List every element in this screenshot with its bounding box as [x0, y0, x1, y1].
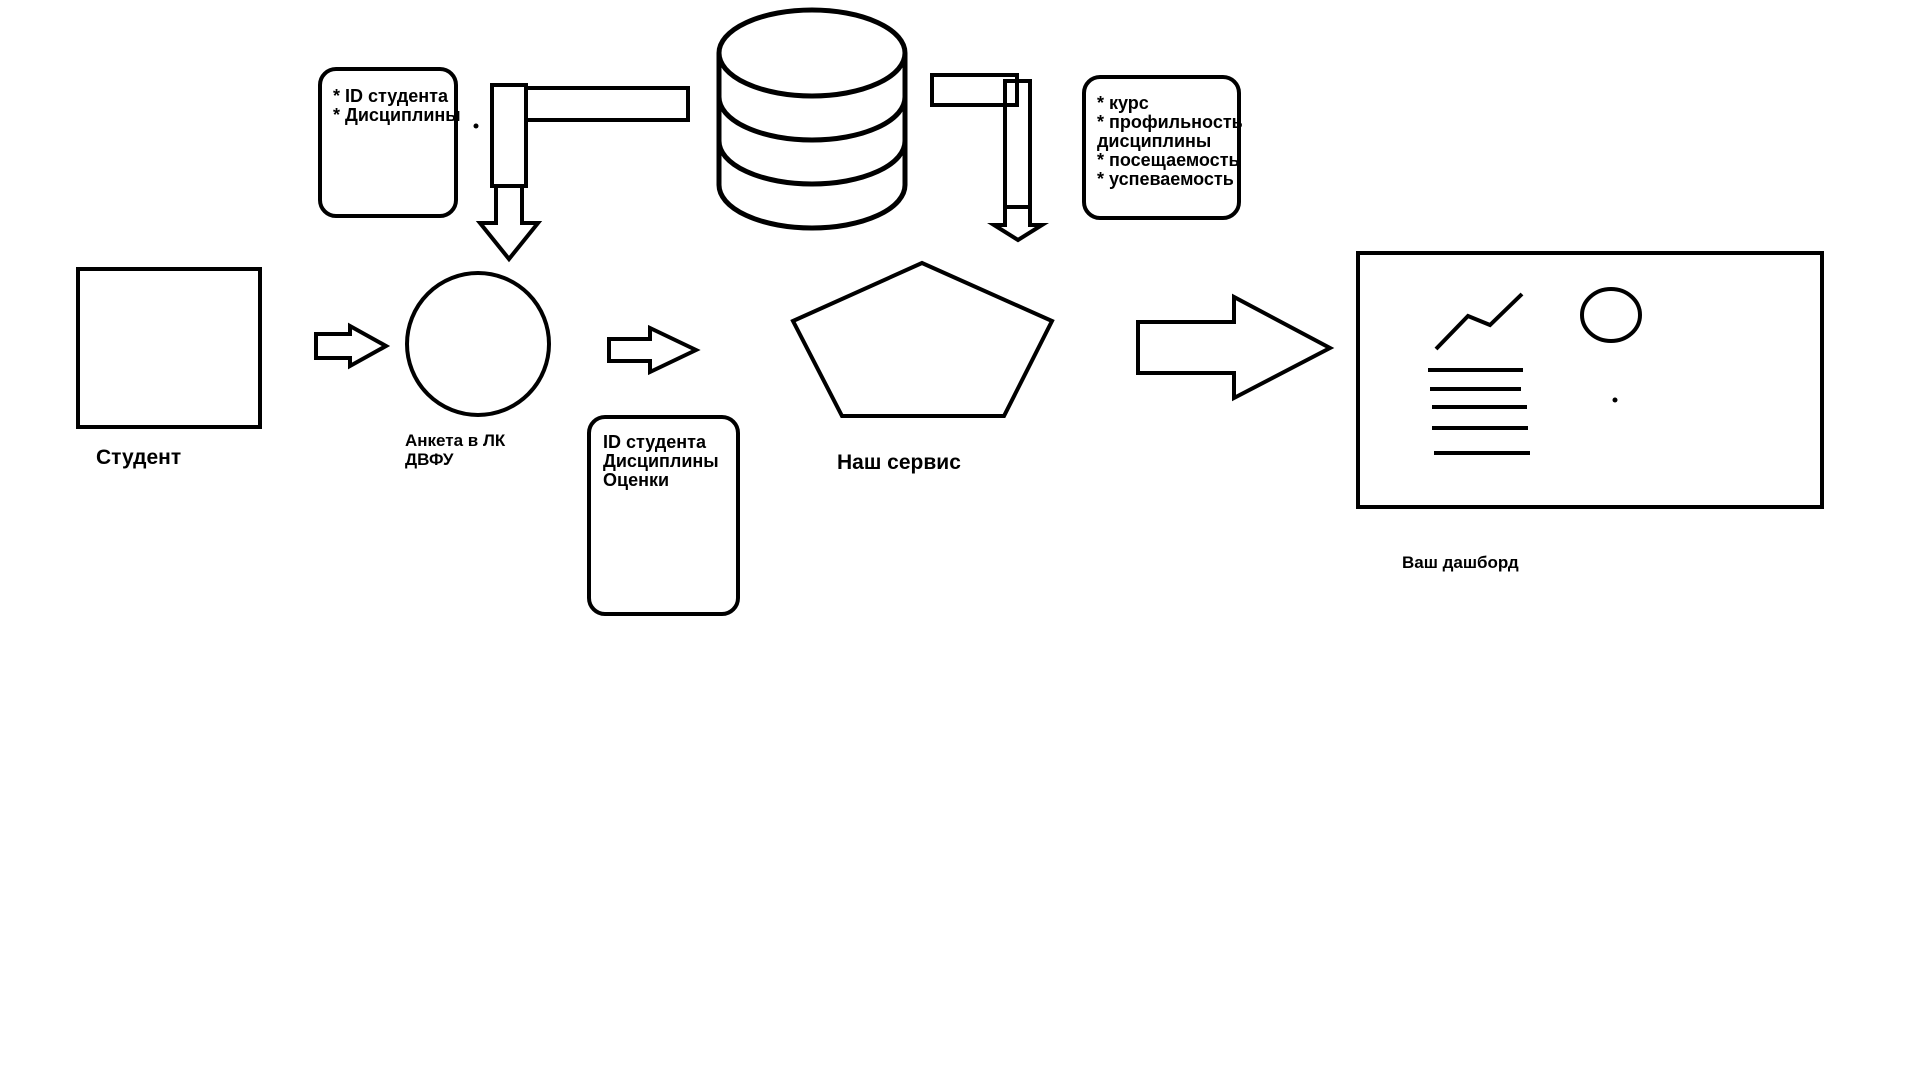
note-line: * успеваемость [1097, 169, 1234, 189]
note-text-db-to-service: * курс * профильность дисциплины * посещ… [1097, 94, 1243, 189]
arrow-questionnaire-to-service [607, 324, 701, 376]
dashboard-dot [1612, 397, 1618, 403]
diagram-canvas [76, 7, 1824, 616]
service-label: Наш сервис [837, 451, 961, 474]
note-line: * посещаемость [1097, 150, 1240, 170]
dashboard-circle-widget [1580, 287, 1642, 343]
dashboard-frame [1356, 251, 1824, 509]
dashboard-trend-line [1434, 292, 1524, 351]
student-box [76, 267, 262, 429]
questionnaire-label: Анкета в ЛК ДВФУ [405, 431, 505, 469]
note-line: Оценки [603, 470, 670, 490]
note-line: Дисциплины [603, 451, 719, 471]
note-line: * Дисциплины [333, 105, 461, 125]
service-pentagon [790, 260, 1055, 418]
note-line: ID студента [603, 432, 706, 452]
connector-db-to-service [930, 73, 1049, 243]
dashboard-text-lines [1428, 368, 1530, 455]
stray-dot [473, 123, 479, 129]
arrow-service-to-dashboard [1136, 293, 1335, 402]
note-text-questionnaire-to-service: ID студента Дисциплины Оценки [603, 433, 719, 490]
note-text-db-to-questionnaire: * ID студента * Дисциплины [333, 87, 461, 125]
questionnaire-label-line: ДВФУ [405, 450, 454, 469]
database-icon [716, 7, 908, 231]
arrow-student-to-questionnaire [314, 322, 391, 370]
note-line: * профильность [1097, 112, 1243, 132]
questionnaire-label-line: Анкета в ЛК [405, 431, 506, 450]
note-line: * ID студента [333, 86, 448, 106]
student-label: Студент [96, 446, 182, 469]
note-line: дисциплины [1097, 131, 1212, 151]
dashboard-label: Ваш дашборд [1402, 553, 1519, 572]
note-line: * курс [1097, 93, 1149, 113]
questionnaire-circle [405, 271, 551, 417]
connector-db-to-questionnaire [475, 83, 690, 263]
